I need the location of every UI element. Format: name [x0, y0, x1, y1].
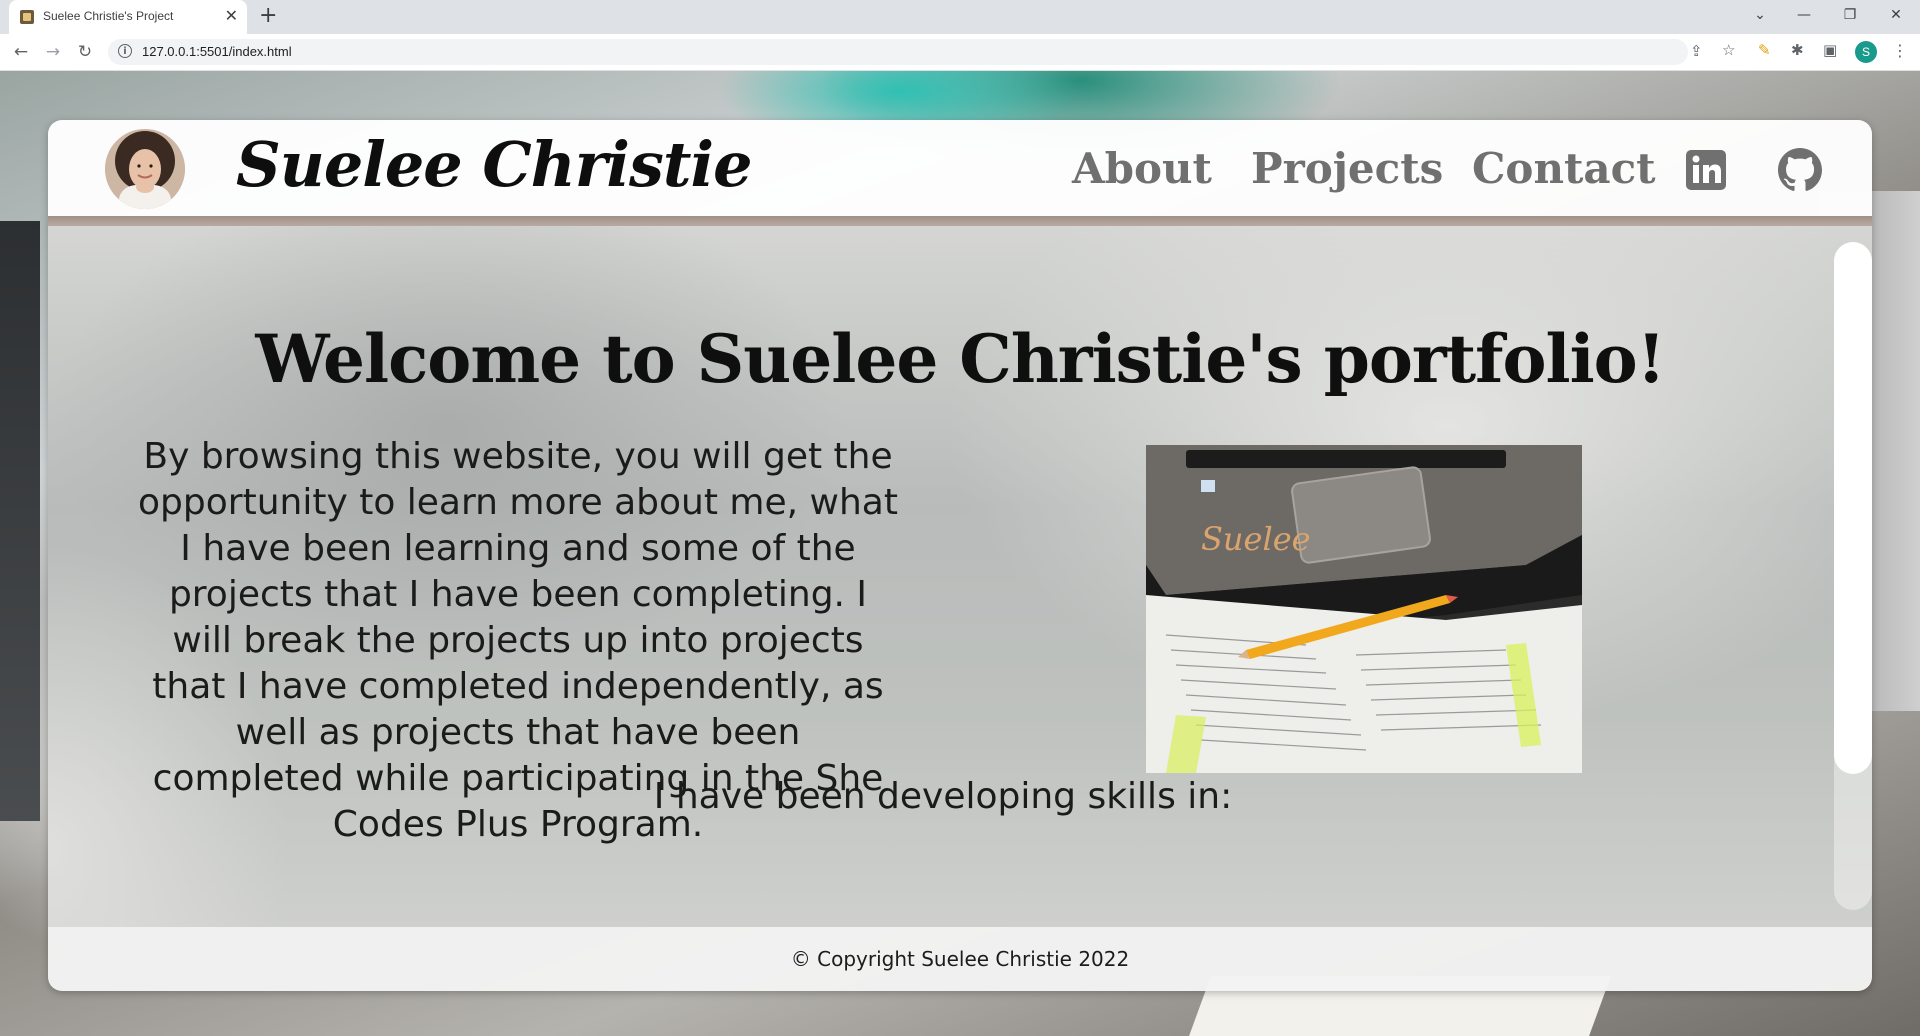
browser-toolbar: ← → ↻ i 127.0.0.1:5501/index.html ⇪ ☆ ✎ … — [0, 34, 1920, 71]
forward-icon[interactable]: → — [40, 40, 66, 64]
profile-photo[interactable] — [105, 129, 185, 209]
minimize-button[interactable]: — — [1784, 4, 1824, 26]
page-card: Suelee Christie About Projects Contact W… — [48, 120, 1872, 991]
back-icon[interactable]: ← — [8, 40, 34, 64]
menu-kebab-icon[interactable]: ⋮ — [1892, 41, 1908, 60]
nav-projects[interactable]: Projects — [1251, 144, 1443, 193]
reload-icon[interactable]: ↻ — [72, 40, 98, 64]
site-brand[interactable]: Suelee Christie — [236, 128, 753, 201]
tab-title: Suelee Christie's Project — [43, 9, 174, 23]
browser-tab[interactable]: Suelee Christie's Project ✕ — [9, 0, 247, 34]
linkedin-icon[interactable] — [1684, 148, 1728, 192]
github-icon[interactable] — [1778, 148, 1822, 192]
site-header: Suelee Christie About Projects Contact — [48, 120, 1872, 216]
nav-about[interactable]: About — [1072, 144, 1212, 193]
photo-signature: Suelee — [1201, 520, 1311, 558]
profile-avatar[interactable]: S — [1855, 41, 1877, 63]
site-footer: © Copyright Suelee Christie 2022 — [48, 927, 1872, 991]
bookmark-star-icon[interactable]: ☆ — [1722, 41, 1735, 59]
address-bar[interactable]: i 127.0.0.1:5501/index.html ⇪ ☆ — [108, 39, 1735, 65]
background-photo-shade — [0, 221, 40, 821]
url-text[interactable]: 127.0.0.1:5501/index.html — [142, 44, 292, 59]
restore-button[interactable]: ❐ — [1830, 4, 1870, 26]
copyright-text: © Copyright Suelee Christie 2022 — [790, 947, 1130, 971]
laptop-notebook-photo: Suelee — [1146, 445, 1582, 773]
side-panel-icon[interactable]: ▣ — [1823, 41, 1837, 59]
scrollbar-thumb[interactable] — [1834, 242, 1872, 774]
page-viewport: Suelee Christie About Projects Contact W… — [0, 71, 1920, 1036]
tab-strip: Suelee Christie's Project ✕ + ⌄ — ❐ ✕ — [0, 0, 1920, 34]
site-info-icon[interactable]: i — [118, 44, 132, 58]
page-title: Welcome to Suelee Christie's portfolio! — [255, 320, 1665, 398]
new-tab-button[interactable]: + — [259, 4, 277, 28]
share-icon[interactable]: ⇪ — [1690, 42, 1703, 60]
extension-icon[interactable]: ✎ — [1758, 41, 1771, 59]
extensions-puzzle-icon[interactable]: ✱ — [1791, 41, 1804, 59]
header-divider — [48, 216, 1872, 226]
tab-search-icon[interactable]: ⌄ — [1740, 4, 1780, 26]
favicon-icon — [20, 10, 34, 24]
nav-contact[interactable]: Contact — [1472, 144, 1656, 193]
skills-heading: I have been developing skills in: — [653, 776, 1233, 817]
tab-close-icon[interactable]: ✕ — [225, 6, 238, 26]
close-window-button[interactable]: ✕ — [1876, 4, 1916, 26]
